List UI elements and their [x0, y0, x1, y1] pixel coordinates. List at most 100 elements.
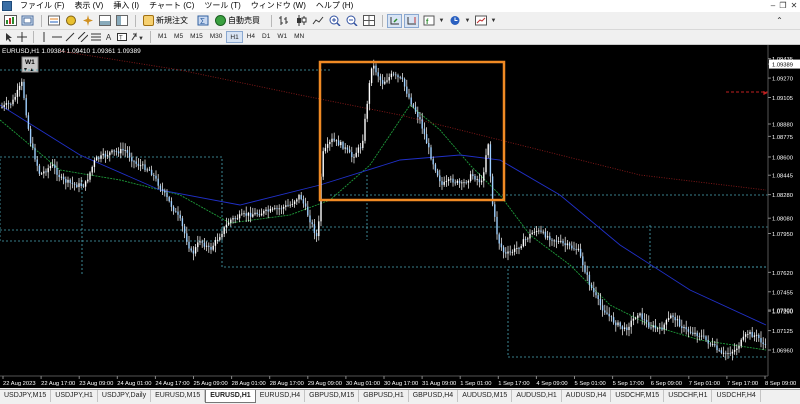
- tab-gbpusd-h4[interactable]: GBPUSD,H4: [409, 390, 459, 402]
- crosshair-icon[interactable]: [16, 30, 27, 44]
- candle-body: [249, 212, 252, 217]
- timeframe-m5[interactable]: M5: [171, 31, 186, 43]
- candle-body: [542, 231, 544, 233]
- menu-tools[interactable]: ツール (T): [199, 0, 245, 12]
- tab-usdchf-m15[interactable]: USDCHF,M15: [611, 390, 665, 402]
- toolbar-separator: [33, 31, 34, 43]
- candle-body: [166, 192, 168, 198]
- chart-shift-icon[interactable]: [404, 13, 419, 28]
- candle-body: [351, 152, 353, 158]
- candle-body: [764, 344, 767, 345]
- periods-icon[interactable]: [447, 14, 462, 28]
- autotrading-button[interactable]: 自動売買: [212, 14, 263, 28]
- timeframe-w1[interactable]: W1: [274, 31, 290, 43]
- restore-icon[interactable]: ❐: [778, 1, 788, 11]
- chart-window[interactable]: EURUSD,H1 1.09384 1.09410 1.09361 1.0938…: [0, 45, 800, 388]
- price-label: 1.09270: [772, 77, 793, 83]
- tile-windows-icon[interactable]: [361, 14, 376, 28]
- toolbar-separator: [382, 14, 383, 27]
- dropdown-icon[interactable]: ▼: [438, 14, 445, 28]
- candle-body: [549, 236, 551, 240]
- timeframe-mn[interactable]: MN: [291, 31, 307, 43]
- tab-audusd-h1[interactable]: AUDUSD,H1: [512, 390, 562, 402]
- horizontal-line-icon[interactable]: [51, 30, 62, 44]
- menu-insert[interactable]: 挿入 (I): [108, 0, 144, 12]
- fibonacci-icon[interactable]: [90, 30, 101, 44]
- tab-eurusd-h4[interactable]: EURUSD,H4: [256, 390, 306, 402]
- candle-body: [188, 241, 190, 249]
- arrows-icon[interactable]: ▼: [129, 30, 144, 44]
- auto-scroll-icon[interactable]: [387, 13, 402, 28]
- candle-body: [340, 141, 342, 146]
- profiles-icon[interactable]: [20, 14, 35, 28]
- cursor-icon[interactable]: [3, 30, 14, 44]
- timeframe-h1[interactable]: H1: [226, 31, 243, 43]
- tab-gbpusd-m15[interactable]: GBPUSD,M15: [305, 390, 360, 402]
- candle-body: [142, 164, 144, 166]
- price-chart[interactable]: EURUSD,H1 1.09384 1.09410 1.09361 1.0938…: [0, 45, 800, 388]
- menu-help[interactable]: ヘルプ (H): [311, 0, 358, 12]
- candle-body: [252, 214, 254, 217]
- minimize-icon[interactable]: –: [768, 1, 778, 11]
- candle-body: [27, 115, 30, 129]
- tab-usdchf-h4[interactable]: USDCHF,H4: [712, 390, 761, 402]
- tab-eurusd-m15[interactable]: EURUSD,M15: [151, 390, 206, 402]
- line-chart-icon[interactable]: [310, 14, 325, 28]
- candle-body: [36, 159, 38, 166]
- vertical-line-icon[interactable]: [38, 30, 49, 44]
- timeframe-d1[interactable]: D1: [259, 31, 273, 43]
- new-chart-icon[interactable]: [3, 14, 18, 28]
- tab-audusd-m15[interactable]: AUDUSD,M15: [458, 390, 513, 402]
- dropdown-icon[interactable]: ▼: [464, 14, 471, 28]
- candle-body: [263, 210, 265, 214]
- text-tool-icon[interactable]: A: [103, 30, 114, 44]
- indicator-badge[interactable]: W1 ▼ ▲: [21, 56, 39, 73]
- tab-audusd-h4[interactable]: AUDUSD,H4: [562, 390, 612, 402]
- candle-body: [689, 331, 692, 333]
- candle-body: [47, 168, 49, 173]
- bar-chart-icon[interactable]: [276, 14, 291, 28]
- terminal-icon[interactable]: [97, 14, 112, 28]
- price-label: 1.08880: [772, 122, 793, 128]
- tab-usdjpy-m15[interactable]: USDJPY,M15: [0, 390, 52, 402]
- templates-icon[interactable]: [473, 14, 488, 28]
- candle-body: [483, 172, 485, 181]
- tab-usdjpy-daily[interactable]: USDJPY,Daily: [98, 390, 152, 402]
- indicators-icon[interactable]: f: [421, 14, 436, 28]
- candle-body: [271, 208, 274, 210]
- new-order-button[interactable]: 新規注文: [140, 14, 191, 28]
- candle-body: [736, 348, 738, 350]
- tab-usdjpy-h1[interactable]: USDJPY,H1: [51, 390, 98, 402]
- metaeditor-icon[interactable]: Σ: [195, 14, 210, 28]
- zoom-out-icon[interactable]: [344, 14, 359, 28]
- menu-window[interactable]: ウィンドウ (W): [246, 0, 311, 12]
- candle-body: [368, 83, 371, 104]
- timeframe-h4[interactable]: H4: [244, 31, 258, 43]
- tab-usdchf-h1[interactable]: USDCHF,H1: [664, 390, 713, 402]
- menu-chart[interactable]: チャート (C): [144, 0, 199, 12]
- time-label: 22 Aug 2023: [3, 381, 36, 387]
- candle-body: [555, 240, 558, 242]
- channel-icon[interactable]: [77, 30, 88, 44]
- tester-icon[interactable]: [114, 14, 129, 28]
- trendline-icon[interactable]: [64, 30, 75, 44]
- candle-body: [95, 157, 98, 161]
- up-arrow-icon[interactable]: ⌃: [772, 14, 787, 28]
- candlestick-chart-icon[interactable]: [293, 14, 308, 28]
- menu-file[interactable]: ファイル (F): [15, 0, 69, 12]
- candle-body: [386, 80, 388, 82]
- close-icon[interactable]: ✕: [789, 1, 799, 11]
- dropdown-icon[interactable]: ▼: [490, 14, 497, 28]
- label-tool-icon[interactable]: T: [116, 30, 127, 44]
- timeframe-m15[interactable]: M15: [187, 31, 206, 43]
- navigator-icon[interactable]: [80, 14, 95, 28]
- zoom-in-icon[interactable]: [327, 14, 342, 28]
- tab-gbpusd-h1[interactable]: GBPUSD,H1: [359, 390, 409, 402]
- market-watch-icon[interactable]: [46, 14, 61, 28]
- menu-view[interactable]: 表示 (V): [69, 0, 108, 12]
- candle-body: [659, 327, 661, 329]
- data-window-icon[interactable]: [63, 14, 78, 28]
- tab-eurusd-h1[interactable]: EURUSD,H1: [205, 390, 256, 403]
- timeframe-m30[interactable]: M30: [207, 31, 226, 43]
- timeframe-m1[interactable]: M1: [155, 31, 170, 43]
